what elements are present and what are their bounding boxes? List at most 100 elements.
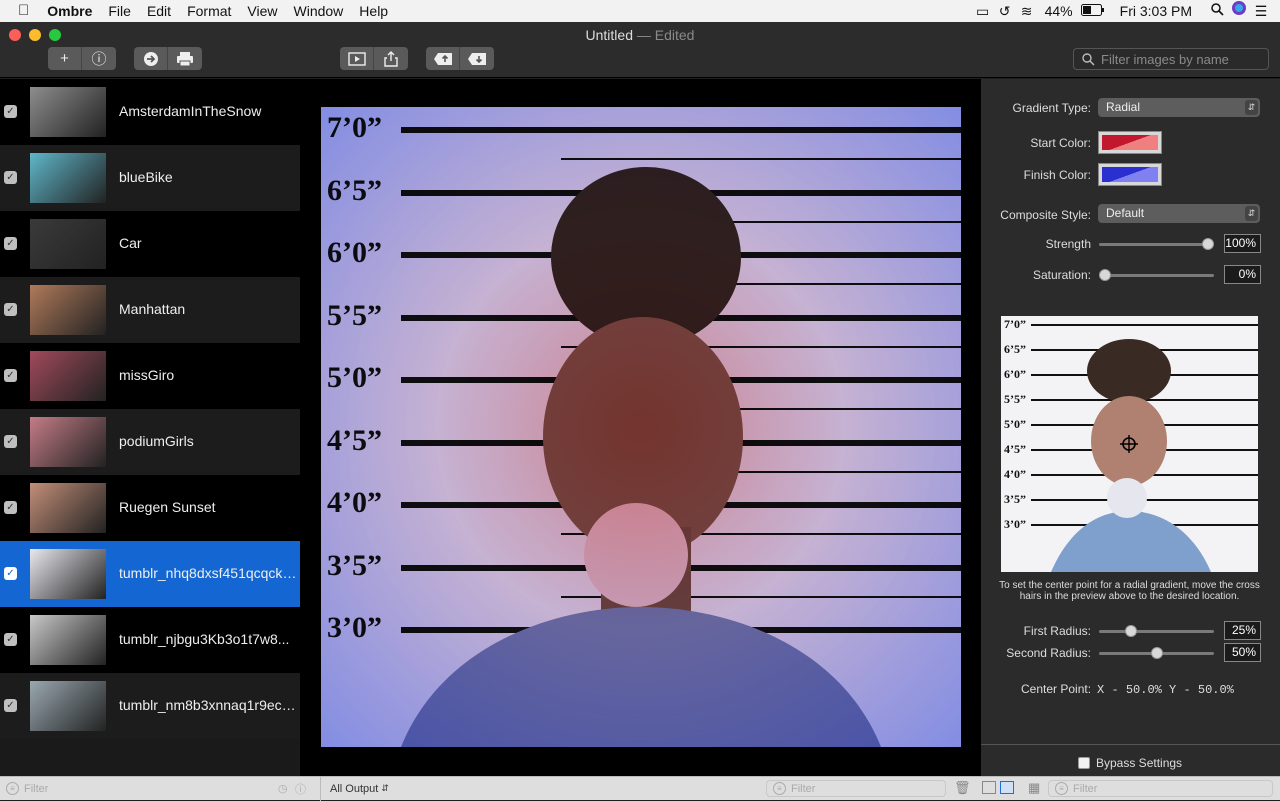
start-color-well[interactable] (1098, 131, 1162, 154)
image-list-row[interactable]: ✓ missGiro (0, 343, 300, 409)
first-radius-slider[interactable] (1099, 625, 1214, 637)
second-radius-field[interactable]: 50% (1224, 643, 1261, 662)
right-filter-placeholder: Filter (1073, 782, 1098, 795)
include-checkbox[interactable]: ✓ (4, 237, 17, 250)
include-checkbox[interactable]: ✓ (4, 171, 17, 184)
bottom-bar: ≡ Filter ◷ ⓘ All Output ⇵ ≡ Filter 🗑 ▦ ≡… (0, 776, 1280, 801)
include-checkbox[interactable]: ✓ (4, 501, 17, 514)
image-list-row[interactable]: ✓ tumblr_nm8b3xnnaq1r9ecc... (0, 673, 300, 739)
filter-icon: ≡ (1055, 782, 1068, 795)
include-checkbox[interactable]: ✓ (4, 369, 17, 382)
second-radius-label: Second Radius: (1006, 646, 1091, 660)
include-checkbox[interactable]: ✓ (4, 633, 17, 646)
first-radius-field[interactable]: 25% (1224, 621, 1261, 640)
menu-file[interactable]: File (100, 0, 139, 22)
spotlight-search-icon[interactable] (1206, 0, 1228, 22)
gradient-type-popup[interactable]: Radial ⇵ (1098, 98, 1260, 117)
print-button[interactable] (168, 47, 202, 70)
image-list-row[interactable]: ✓ tumblr_njbgu3Kb3o1t7w8... (0, 607, 300, 673)
include-checkbox[interactable]: ✓ (4, 699, 17, 712)
bypass-settings-checkbox[interactable]: Bypass Settings (1078, 756, 1182, 770)
list-filter-field[interactable]: ≡ Filter ◷ ⓘ (0, 780, 320, 797)
apple-menu-icon[interactable]:  (0, 0, 39, 22)
output-filter-field[interactable]: ≡ Filter (766, 780, 946, 797)
tag-down-icon (468, 52, 486, 65)
recent-icon[interactable]: ◷ (278, 782, 288, 795)
printer-icon (177, 51, 193, 66)
slideshow-share-group (340, 47, 408, 70)
saturation-slider[interactable] (1099, 269, 1214, 281)
trash-icon[interactable]: 🗑 (954, 780, 971, 796)
image-list-row[interactable]: ✓ podiumGirls (0, 409, 300, 475)
strength-label: Strength (1045, 237, 1091, 251)
start-color-label: Start Color: (1030, 136, 1091, 150)
notification-center-icon[interactable]: ☰ (1250, 0, 1272, 22)
grid-view-icon[interactable]: ▦ (1028, 780, 1040, 796)
share-button[interactable] (374, 47, 408, 70)
output-popup[interactable]: All Output ⇵ (330, 780, 389, 797)
composite-style-popup[interactable]: Default ⇵ (1098, 204, 1260, 223)
image-list-row[interactable]: ✓ tumblr_nhq8dxsf451qcqckt... (0, 541, 300, 607)
saturation-field[interactable]: 0% (1224, 265, 1261, 284)
inspector-divider (981, 744, 1280, 745)
warning-icon[interactable]: ⓘ (295, 781, 306, 797)
finish-color-label: Finish Color: (1023, 168, 1091, 182)
add-image-button[interactable]: + (48, 47, 82, 70)
finish-color-well[interactable] (1098, 163, 1162, 186)
include-checkbox[interactable]: ✓ (4, 567, 17, 580)
menu-edit[interactable]: Edit (139, 0, 179, 22)
thumbnail-image (30, 417, 106, 467)
gradient-type-label: Gradient Type: (1012, 101, 1092, 115)
time-machine-icon[interactable]: ↺ (994, 0, 1016, 22)
include-checkbox[interactable]: ✓ (4, 435, 17, 448)
menu-view[interactable]: View (239, 0, 285, 22)
share-icon (384, 50, 398, 67)
image-list-row[interactable]: ✓ blueBike (0, 145, 300, 211)
image-name: AmsterdamInTheSnow (119, 103, 262, 119)
thumbnail-image (30, 87, 106, 137)
second-radius-slider-knob[interactable] (1150, 647, 1163, 659)
thumbnail-image (30, 681, 106, 731)
crosshair-icon[interactable] (1120, 435, 1138, 453)
center-point-preview[interactable]: 7’0” 6’5” 6’0” 5’5” 5’0” 4’5” 4’0” 3’5” 3’0” (1001, 316, 1258, 572)
siri-icon[interactable] (1228, 0, 1250, 22)
export-button[interactable] (134, 47, 168, 70)
image-list-row[interactable]: ✓ Manhattan (0, 277, 300, 343)
menu-app-name[interactable]: Ombre (39, 0, 100, 22)
image-name: blueBike (119, 169, 173, 185)
wifi-icon[interactable]: ≋ (1016, 0, 1038, 22)
filter-images-search[interactable] (1073, 48, 1269, 70)
info-icon: ⓘ (91, 51, 107, 68)
battery-icon[interactable] (1080, 0, 1106, 22)
right-filter-field[interactable]: ≡ Filter (1048, 780, 1273, 797)
sidebar-toggle-icon[interactable] (982, 781, 996, 794)
slideshow-button[interactable] (340, 47, 374, 70)
gradient-type-value: Radial (1106, 100, 1141, 114)
preview-image[interactable]: 7’0”6’5”6’0”5’5”5’0”4’5”4’0”3’5”3’0” (321, 107, 961, 747)
menu-window[interactable]: Window (286, 0, 352, 22)
strength-slider[interactable] (1099, 238, 1214, 250)
image-list-row[interactable]: ✓ Car (0, 211, 300, 277)
menu-format[interactable]: Format (179, 0, 239, 22)
strength-field[interactable]: 100% (1224, 234, 1261, 253)
first-radius-slider-knob[interactable] (1124, 625, 1137, 637)
strength-slider-knob[interactable] (1202, 238, 1214, 250)
battery-percent[interactable]: 44% (1038, 0, 1080, 22)
include-checkbox[interactable]: ✓ (4, 303, 17, 316)
image-list-row[interactable]: ✓ AmsterdamInTheSnow (0, 79, 300, 145)
info-button[interactable]: ⓘ (82, 47, 116, 70)
image-list-row[interactable]: ✓ Ruegen Sunset (0, 475, 300, 541)
export-print-group (134, 47, 202, 70)
previous-image-button[interactable] (426, 47, 460, 70)
inspector-toggle-icon[interactable] (1000, 781, 1014, 794)
saturation-slider-knob[interactable] (1099, 269, 1111, 281)
airplay-icon[interactable]: ▭ (972, 0, 994, 22)
second-radius-slider[interactable] (1099, 647, 1214, 659)
include-checkbox[interactable]: ✓ (4, 105, 17, 118)
checkbox-box[interactable] (1078, 757, 1090, 769)
filter-images-input[interactable] (1101, 51, 1261, 67)
menubar-clock[interactable]: Fri 3:03 PM (1106, 0, 1206, 22)
saturation-label: Saturation: (1032, 268, 1091, 282)
next-image-button[interactable] (460, 47, 494, 70)
menu-help[interactable]: Help (351, 0, 396, 22)
